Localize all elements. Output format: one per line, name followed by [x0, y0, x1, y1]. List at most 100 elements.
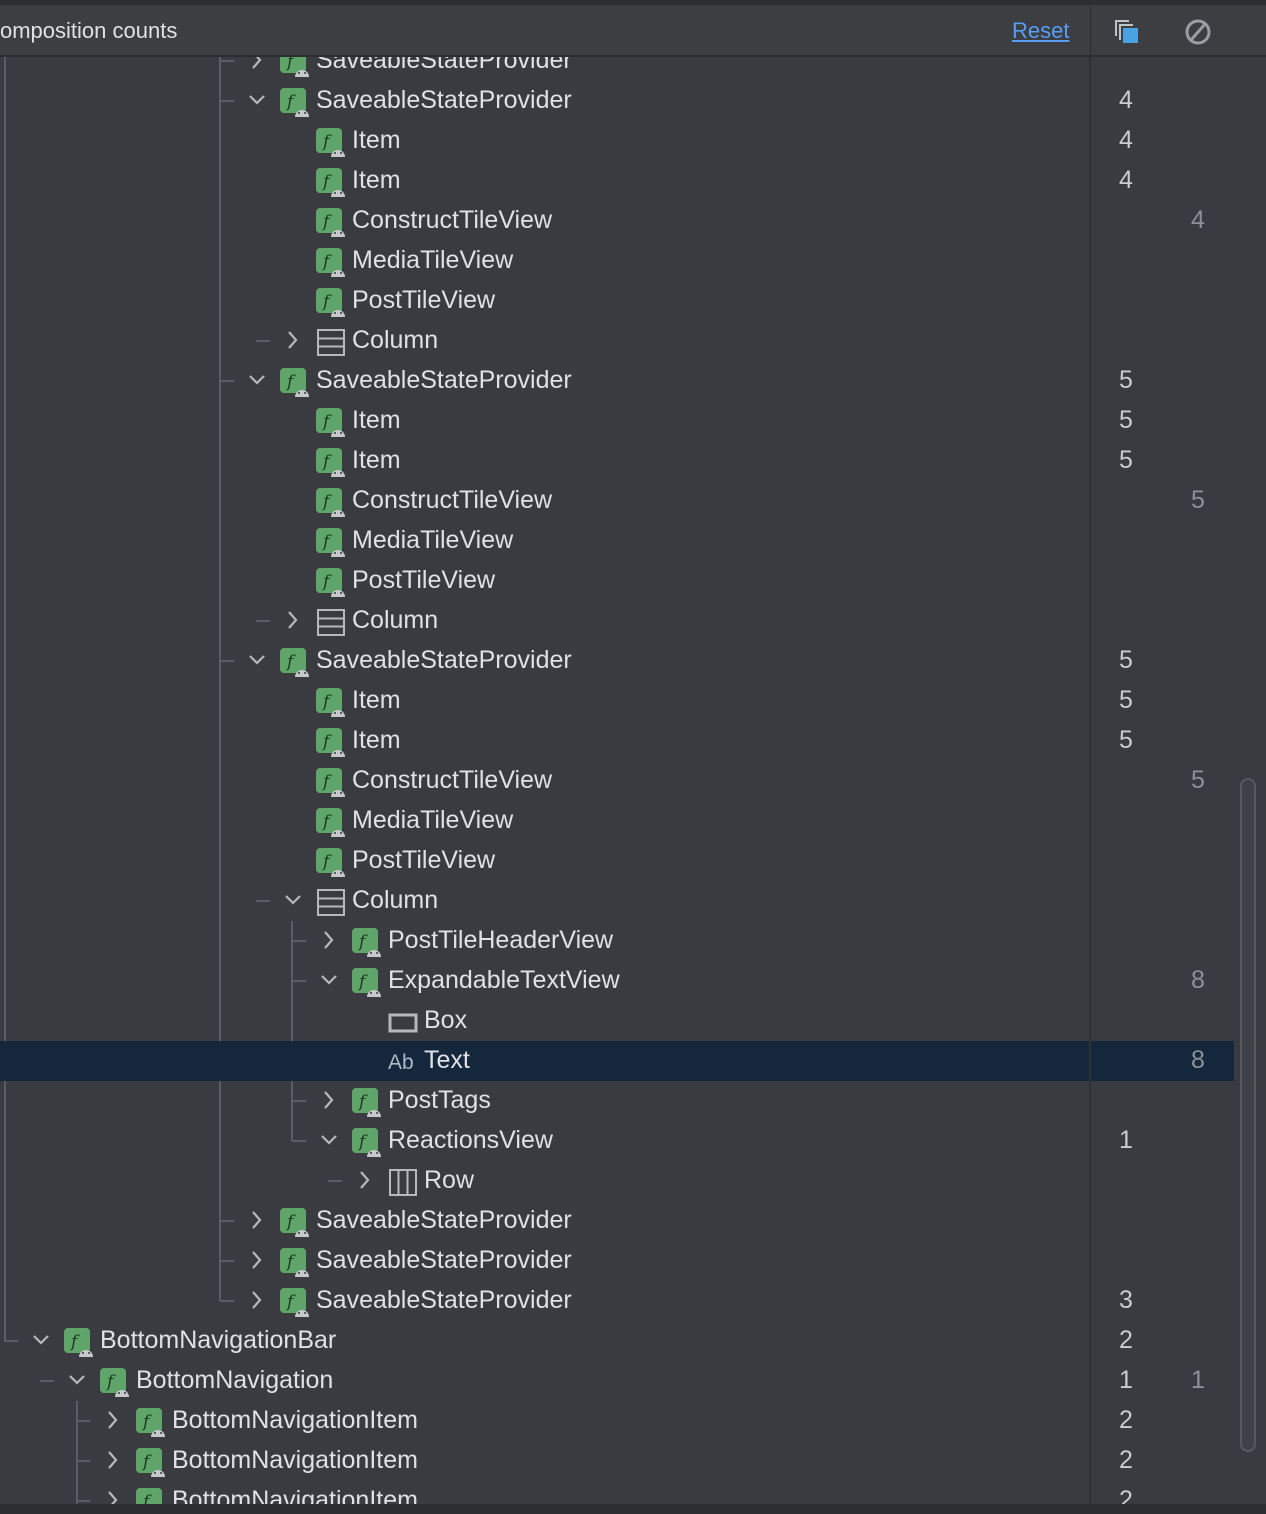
- tree-row[interactable]: f SaveableStateProvider 5: [0, 641, 1234, 681]
- tree-row[interactable]: f SaveableStateProvider 4: [0, 81, 1234, 121]
- chevron-right-icon[interactable]: [248, 57, 266, 71]
- tree-row[interactable]: Box: [0, 1001, 1234, 1041]
- chevron-down-icon[interactable]: [248, 89, 266, 111]
- node-label: BottomNavigation: [136, 1366, 334, 1394]
- chevron-right-icon[interactable]: [104, 1449, 122, 1471]
- compose-function-icon: f: [316, 808, 346, 837]
- node-label: PostTileView: [352, 566, 496, 594]
- node-label: Column: [352, 886, 439, 914]
- tree-row[interactable]: f MediaTileView: [0, 801, 1234, 841]
- recomposition-count: 2: [1119, 1486, 1133, 1505]
- tree-row[interactable]: Row: [0, 1161, 1234, 1201]
- chevron-right-icon[interactable]: [320, 1089, 338, 1111]
- tree-row[interactable]: f PostTileView: [0, 561, 1234, 601]
- chevron-right-icon[interactable]: [284, 609, 302, 631]
- chevron-right-icon[interactable]: [356, 1169, 374, 1191]
- chevron-right-icon[interactable]: [248, 1249, 266, 1271]
- node-label: PostTileHeaderView: [388, 926, 614, 954]
- tree-row[interactable]: f ConstructTileView 4: [0, 201, 1234, 241]
- box-icon: [388, 1008, 418, 1036]
- tree-branch-line: [292, 980, 306, 982]
- chevron-down-icon[interactable]: [320, 1129, 338, 1151]
- tree-row[interactable]: f BottomNavigationItem 2: [0, 1401, 1234, 1441]
- chevron-right-icon[interactable]: [104, 1409, 122, 1431]
- chevron-right-icon[interactable]: [320, 929, 338, 951]
- node-label: Item: [352, 126, 401, 154]
- tree-row[interactable]: f BottomNavigationBar 2: [0, 1321, 1234, 1361]
- skip-count: 5: [1191, 486, 1205, 514]
- bottom-border: [0, 1504, 1266, 1514]
- tree-row[interactable]: Ab Text 8: [0, 1041, 1234, 1081]
- vertical-scrollbar[interactable]: [1240, 778, 1256, 1452]
- tree-branch-line: [328, 1180, 342, 1182]
- tree-row[interactable]: f PostTags: [0, 1081, 1234, 1121]
- tree-branch-line: [40, 1380, 54, 1382]
- block-icon[interactable]: [1183, 17, 1213, 47]
- recomposition-count: 3: [1119, 1286, 1133, 1314]
- tree-row[interactable]: Column: [0, 881, 1234, 921]
- compose-function-icon: f: [316, 288, 346, 317]
- tree-branch-line: [76, 1500, 90, 1502]
- compose-function-icon: f: [100, 1368, 130, 1397]
- recomposition-count: 4: [1119, 166, 1133, 194]
- tree-row[interactable]: f MediaTileView: [0, 241, 1234, 281]
- node-label: BottomNavigationBar: [100, 1326, 337, 1354]
- tree-row[interactable]: f ConstructTileView 5: [0, 761, 1234, 801]
- tree-row[interactable]: f Item 5: [0, 441, 1234, 481]
- node-label: ConstructTileView: [352, 206, 553, 234]
- tree-row[interactable]: f SaveableStateProvider 3: [0, 1281, 1234, 1321]
- node-label: Column: [352, 606, 439, 634]
- tree-row[interactable]: f Item 5: [0, 401, 1234, 441]
- row-icon: [388, 1168, 418, 1196]
- tree-row[interactable]: f Item 4: [0, 121, 1234, 161]
- chevron-down-icon[interactable]: [32, 1329, 50, 1351]
- tree-row[interactable]: f SaveableStateProvider: [0, 1241, 1234, 1281]
- chevron-right-icon[interactable]: [248, 1209, 266, 1231]
- tree-row[interactable]: f BottomNavigation 1 1: [0, 1361, 1234, 1401]
- component-tree: f SaveableStateProvider f SaveableStateProv…: [0, 57, 1234, 1505]
- chevron-down-icon[interactable]: [248, 649, 266, 671]
- tree-row[interactable]: f Item 5: [0, 721, 1234, 761]
- chevron-right-icon[interactable]: [284, 329, 302, 351]
- chevron-down-icon[interactable]: [320, 969, 338, 991]
- compose-function-icon: f: [316, 688, 346, 717]
- tree-branch-line: [220, 380, 234, 382]
- tree-row[interactable]: f BottomNavigationItem 2: [0, 1441, 1234, 1481]
- chevron-right-icon[interactable]: [248, 1289, 266, 1311]
- tree-row[interactable]: f SaveableStateProvider: [0, 1201, 1234, 1241]
- compose-function-icon: f: [316, 248, 346, 277]
- chevron-right-icon[interactable]: [104, 1489, 122, 1505]
- recomposition-counts-title: omposition counts: [0, 18, 178, 43]
- tree-row[interactable]: f SaveableStateProvider 5: [0, 361, 1234, 401]
- tree-row[interactable]: f SaveableStateProvider: [0, 57, 1234, 81]
- tree-branch-line: [292, 1100, 306, 1102]
- tree-row[interactable]: f PostTileHeaderView: [0, 921, 1234, 961]
- tree-row[interactable]: f Item 4: [0, 161, 1234, 201]
- chevron-down-icon[interactable]: [248, 369, 266, 391]
- chevron-down-icon[interactable]: [284, 889, 302, 911]
- node-label: Item: [352, 406, 401, 434]
- tree-row[interactable]: f MediaTileView: [0, 521, 1234, 561]
- chevron-down-icon[interactable]: [68, 1369, 86, 1391]
- text-icon: Ab: [388, 1048, 418, 1076]
- tree-row[interactable]: Column: [0, 321, 1234, 361]
- tree-row[interactable]: f PostTileView: [0, 281, 1234, 321]
- tree-row[interactable]: f Item 5: [0, 681, 1234, 721]
- compose-function-icon: f: [64, 1328, 94, 1357]
- header-divider: [1090, 5, 1091, 57]
- reset-button[interactable]: Reset: [1012, 18, 1069, 44]
- tree-row[interactable]: f PostTileView: [0, 841, 1234, 881]
- tree-row[interactable]: f ExpandableTextView 8: [0, 961, 1234, 1001]
- node-label: Box: [424, 1006, 468, 1034]
- column-divider: [1089, 57, 1091, 1505]
- copy-icon[interactable]: [1112, 17, 1142, 47]
- tree-branch-line: [220, 660, 234, 662]
- tree-row[interactable]: f ReactionsView 1: [0, 1121, 1234, 1161]
- compose-function-icon: f: [280, 88, 310, 117]
- tree-row[interactable]: f BottomNavigationItem 2: [0, 1481, 1234, 1505]
- node-label: ReactionsView: [388, 1126, 553, 1154]
- tree-row[interactable]: Column: [0, 601, 1234, 641]
- tree-row[interactable]: f ConstructTileView 5: [0, 481, 1234, 521]
- column-icon: [316, 328, 346, 356]
- node-label: ConstructTileView: [352, 766, 553, 794]
